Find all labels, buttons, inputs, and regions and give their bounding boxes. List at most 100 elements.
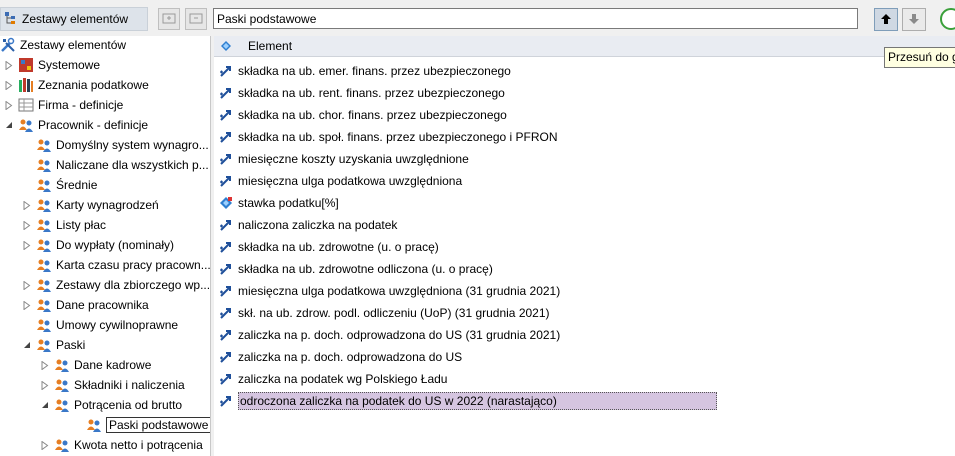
collapse-arrow-icon[interactable]: [4, 120, 14, 130]
table-row[interactable]: miesięczne koszty uzyskania uwzględnione: [214, 148, 955, 170]
tree-item[interactable]: Karty wynagrodzeń: [22, 195, 159, 215]
tree-item-label: Dane pracownika: [56, 298, 149, 312]
table-row[interactable]: zaliczka na p. doch. odprowadzona do US: [214, 346, 955, 368]
expand-arrow-icon[interactable]: [22, 200, 32, 210]
row-label: składka na ub. społ. finans. przez ubezp…: [238, 130, 558, 144]
tree-item[interactable]: Firma - definicje: [4, 95, 123, 115]
tree-item-label: Potrącenia od brutto: [74, 398, 183, 412]
column-sort-icon[interactable]: [214, 41, 238, 51]
column-header-element[interactable]: Element: [248, 39, 292, 53]
tree-item[interactable]: Dane kadrowe: [40, 355, 151, 375]
tree-item-label: Paski podstawowe: [106, 417, 210, 433]
element-icon: [214, 350, 238, 364]
row-label: miesięczne koszty uzyskania uwzględnione: [238, 152, 469, 166]
expand-arrow-icon[interactable]: [22, 280, 32, 290]
people-icon: [36, 177, 52, 193]
row-label: miesięczna ulga podatkowa uwzględniona: [238, 174, 463, 188]
people-icon: [36, 157, 52, 173]
expand-arrow-icon[interactable]: [22, 300, 32, 310]
tree-item-label: Dane kadrowe: [74, 358, 152, 372]
people-icon: [36, 297, 52, 313]
tree-item-label: Kwota netto i potrącenia: [74, 438, 203, 452]
move-down-button[interactable]: [902, 8, 926, 31]
table-row[interactable]: stawka podatku[%]: [214, 192, 955, 214]
tree-item[interactable]: Zeznania podatkowe: [4, 75, 149, 95]
tree-item[interactable]: Składniki i naliczenia: [40, 375, 185, 395]
tree-item[interactable]: Umowy cywilnoprawne: [22, 315, 178, 335]
element-icon: [214, 218, 238, 232]
expand-arrow-icon[interactable]: [22, 220, 32, 230]
expand-arrow-icon[interactable]: [4, 80, 14, 90]
element-icon: [214, 394, 238, 408]
tree-item[interactable]: Kwota netto i potrącenia: [40, 435, 203, 455]
people-icon: [54, 377, 70, 393]
table-row[interactable]: składka na ub. zdrowotne (u. o pracę): [214, 236, 955, 258]
remove-folder-button[interactable]: [185, 8, 207, 30]
tree-item[interactable]: Potrącenia od brutto: [40, 395, 182, 415]
tree-item[interactable]: Listy płac: [22, 215, 106, 235]
tree-item-label: Zeznania podatkowe: [38, 78, 149, 92]
row-label: skł. na ub. zdrow. podl. odliczeniu (UoP…: [238, 306, 550, 320]
element-icon: [214, 284, 238, 298]
tree-item[interactable]: Systemowe: [4, 55, 100, 75]
table-row[interactable]: składka na ub. emer. finans. przez ubezp…: [214, 60, 955, 82]
row-label: składka na ub. zdrowotne odliczona (u. o…: [238, 262, 493, 276]
people-icon: [86, 417, 102, 433]
table-row[interactable]: odroczona zaliczka na podatek do US w 20…: [214, 390, 955, 412]
element-sets-tab[interactable]: Zestawy elementów: [0, 7, 148, 31]
table-row[interactable]: naliczona zaliczka na podatek: [214, 214, 955, 236]
tree-item-label: Średnie: [56, 178, 98, 192]
tree-item[interactable]: Paski podstawowe: [72, 415, 210, 435]
tree-item-label: Składniki i naliczenia: [74, 378, 185, 392]
folder-add-icon: [162, 11, 176, 28]
table-row[interactable]: składka na ub. chor. finans. przez ubezp…: [214, 104, 955, 126]
table-row[interactable]: składka na ub. rent. finans. przez ubezp…: [214, 82, 955, 104]
tree-item-label: Zestawy elementów: [20, 38, 127, 52]
table-row[interactable]: składka na ub. społ. finans. przez ubezp…: [214, 126, 955, 148]
table-row[interactable]: zaliczka na p. doch. odprowadzona do US …: [214, 324, 955, 346]
people-icon: [18, 117, 34, 133]
tree-item-label: Naliczane dla wszystkich p...: [56, 158, 209, 172]
grid-header: Element: [214, 36, 955, 57]
table-row[interactable]: miesięczna ulga podatkowa uwzględniona (…: [214, 280, 955, 302]
tree-item[interactable]: Dane pracownika: [22, 295, 149, 315]
expand-arrow-icon[interactable]: [40, 380, 50, 390]
table-row[interactable]: skł. na ub. zdrow. podl. odliczeniu (UoP…: [214, 302, 955, 324]
add-folder-button[interactable]: [158, 8, 180, 30]
tree-item[interactable]: Domyślny system wynagro...: [22, 135, 209, 155]
people-icon: [36, 257, 52, 273]
tree-item[interactable]: Karta czasu pracy pracown...: [22, 255, 210, 275]
collapse-arrow-icon[interactable]: [22, 340, 32, 350]
tree-item[interactable]: Pracownik - definicje: [4, 115, 148, 135]
tree-item-label: Firma - definicje: [38, 98, 124, 112]
set-name-field[interactable]: [213, 8, 858, 29]
element-icon: [214, 174, 238, 188]
tree-item[interactable]: Naliczane dla wszystkich p...: [22, 155, 209, 175]
tree-item-label: Karty wynagrodzeń: [56, 198, 159, 212]
tree-item[interactable]: Średnie: [22, 175, 97, 195]
people-icon: [54, 437, 70, 453]
element-icon: [214, 262, 238, 276]
confirm-button[interactable]: [940, 8, 955, 30]
table-row[interactable]: zaliczka na podatek wg Polskiego Ładu: [214, 368, 955, 390]
expand-arrow-icon[interactable]: [40, 440, 50, 450]
expand-arrow-icon[interactable]: [4, 60, 14, 70]
tree-item[interactable]: Do wypłaty (nominały): [22, 235, 174, 255]
row-label: składka na ub. zdrowotne (u. o pracę): [238, 240, 439, 254]
element-icon: [214, 130, 238, 144]
expand-arrow-icon[interactable]: [40, 360, 50, 370]
row-label: składka na ub. emer. finans. przez ubezp…: [238, 64, 511, 78]
expand-arrow-icon[interactable]: [22, 240, 32, 250]
arrow-down-icon: [908, 12, 920, 28]
row-label: zaliczka na podatek wg Polskiego Ładu: [238, 372, 448, 386]
tree-item[interactable]: Paski: [22, 335, 85, 355]
expand-arrow-icon[interactable]: [4, 100, 14, 110]
tree-item[interactable]: Zestawy dla zbiorczego wp...: [22, 275, 210, 295]
tree-item[interactable]: Zestawy elementów: [0, 36, 126, 55]
table-row[interactable]: składka na ub. zdrowotne odliczona (u. o…: [214, 258, 955, 280]
move-up-button[interactable]: [874, 8, 898, 31]
table-row[interactable]: miesięczna ulga podatkowa uwzględniona: [214, 170, 955, 192]
collapse-arrow-icon[interactable]: [40, 400, 50, 410]
